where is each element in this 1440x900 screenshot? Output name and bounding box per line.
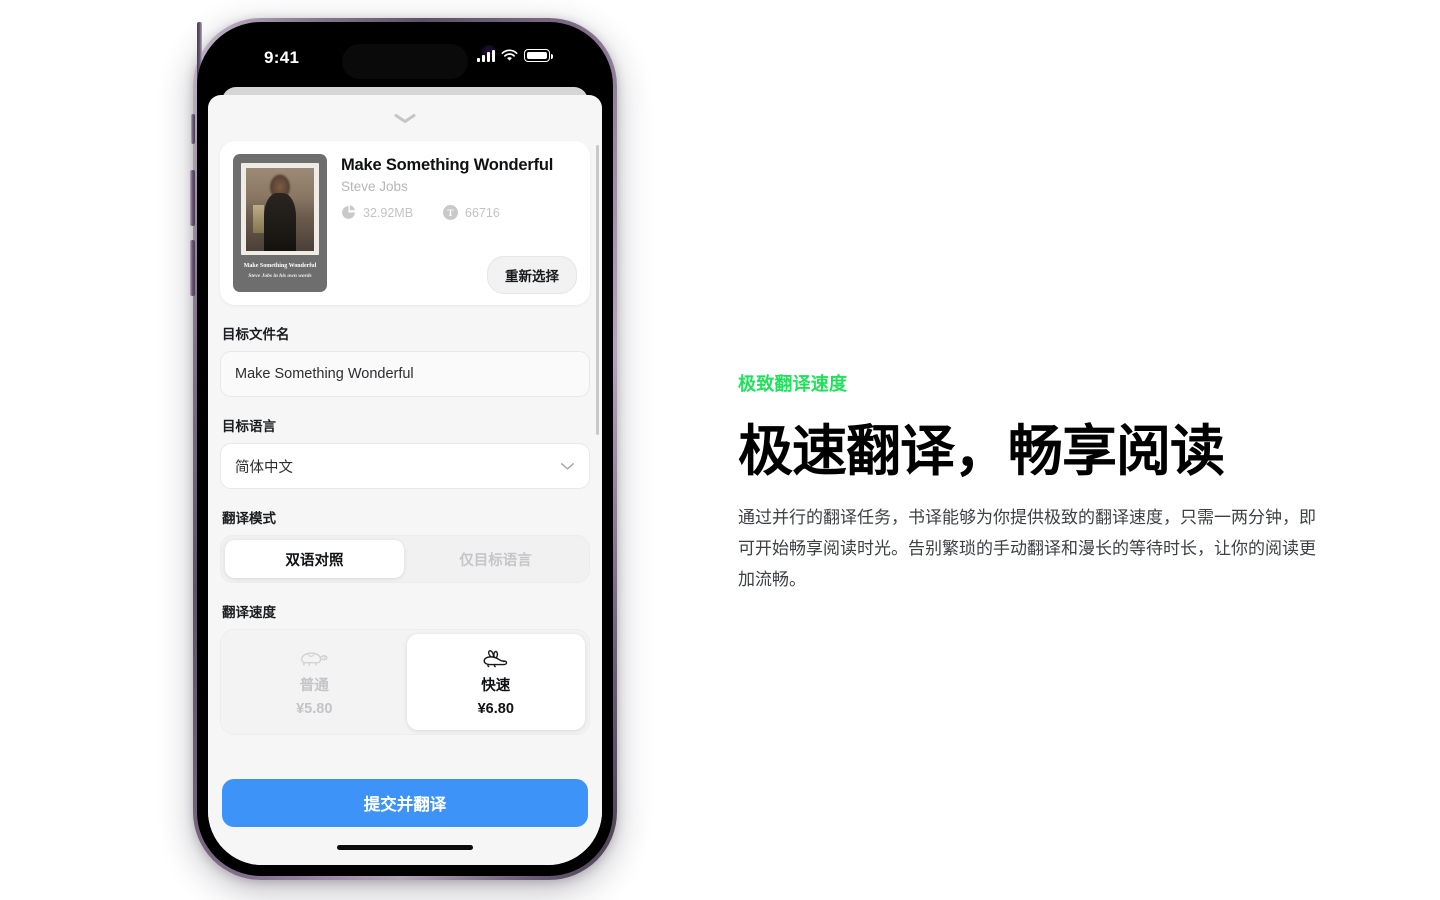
file-size-value: 32.92MB bbox=[363, 205, 414, 220]
dynamic-island bbox=[342, 44, 468, 79]
cover-polaroid-photo bbox=[241, 163, 319, 255]
book-title: Make Something Wonderful bbox=[341, 156, 554, 174]
chevron-down-icon bbox=[394, 113, 416, 123]
book-info: Make Something Wonderful Steve Jobs 32.9… bbox=[341, 154, 577, 294]
cover-caption-title: Make Something Wonderful bbox=[243, 263, 317, 269]
scrollbar[interactable] bbox=[596, 145, 599, 435]
language-selected-value: 简体中文 bbox=[235, 459, 293, 476]
marketing-paragraph: 通过并行的翻译任务，书译能够为你提供极致的翻译速度，只需一两分钟，即可开始畅享阅… bbox=[738, 507, 1316, 589]
sheet-footer: 提交并翻译 bbox=[208, 769, 602, 865]
wifi-icon bbox=[501, 49, 518, 61]
mute-switch-button[interactable] bbox=[191, 114, 195, 144]
token-count-value: 66716 bbox=[465, 205, 500, 220]
token-count-meta: T 66716 bbox=[443, 205, 500, 220]
speed-option-fast[interactable]: 快速 ¥6.80 bbox=[406, 634, 585, 730]
turtle-icon bbox=[301, 652, 328, 666]
marketing-copy: 极致翻译速度 极速翻译，畅享阅读 通过并行的翻译任务，书译能够为你提供极致的翻译… bbox=[738, 370, 1338, 596]
home-indicator[interactable] bbox=[337, 845, 473, 850]
phone-frame: 9:41 Make Something Wonderful Steve Jobs… bbox=[190, 18, 617, 880]
speed-normal-price: ¥5.80 bbox=[296, 701, 333, 717]
filename-input[interactable]: Make Something Wonderful bbox=[220, 351, 590, 397]
reselect-button[interactable]: 重新选择 bbox=[487, 256, 577, 294]
language-label: 目标语言 bbox=[222, 419, 276, 434]
speed-label: 翻译速度 bbox=[222, 605, 276, 620]
mode-option-target-only[interactable]: 仅目标语言 bbox=[406, 540, 585, 578]
file-size-meta: 32.92MB bbox=[341, 205, 413, 220]
speed-option-normal[interactable]: 普通 ¥5.80 bbox=[225, 634, 404, 730]
mode-label: 翻译模式 bbox=[222, 511, 276, 526]
speed-options: 普通 ¥5.80 快速 ¥6.80 bbox=[220, 629, 590, 735]
book-meta-row: 32.92MB T 66716 bbox=[341, 205, 577, 220]
marketing-eyebrow: 极致翻译速度 bbox=[738, 374, 848, 394]
screenshot-stage: 9:41 Make Something Wonderful Steve Jobs… bbox=[0, 0, 1440, 900]
battery-icon bbox=[524, 49, 553, 62]
sheet-dismiss-handle[interactable] bbox=[208, 95, 602, 141]
language-select[interactable]: 简体中文 bbox=[220, 443, 590, 489]
translation-sheet: Make Something Wonderful Steve Jobs in h… bbox=[208, 95, 602, 865]
rabbit-icon bbox=[483, 650, 507, 668]
pie-chart-icon bbox=[342, 205, 355, 219]
filename-label: 目标文件名 bbox=[222, 327, 290, 342]
status-bar-indicators bbox=[477, 49, 553, 62]
book-author: Steve Jobs bbox=[341, 179, 408, 194]
book-cover-thumbnail[interactable]: Make Something Wonderful Steve Jobs in h… bbox=[233, 154, 327, 292]
speed-normal-name: 普通 bbox=[299, 678, 329, 694]
cellular-bars-icon bbox=[477, 49, 495, 62]
status-bar: 9:41 bbox=[208, 33, 602, 87]
volume-down-button[interactable] bbox=[190, 240, 195, 296]
sheet-scroll-area: Make Something Wonderful Steve Jobs in h… bbox=[208, 141, 602, 769]
speed-fast-name: 快速 bbox=[481, 678, 511, 694]
token-t-icon: T bbox=[443, 205, 459, 220]
chevron-down-icon bbox=[560, 462, 575, 470]
phone-screen: 9:41 Make Something Wonderful Steve Jobs… bbox=[208, 33, 602, 865]
cover-caption-subtitle: Steve Jobs in his own words bbox=[248, 272, 312, 279]
phone-mockup: 9:41 Make Something Wonderful Steve Jobs… bbox=[190, 18, 617, 880]
marketing-headline: 极速翻译，畅享阅读 bbox=[738, 420, 1225, 482]
submit-translate-button[interactable]: 提交并翻译 bbox=[222, 779, 588, 827]
status-bar-time: 9:41 bbox=[264, 48, 300, 67]
cover-portrait-image bbox=[246, 168, 314, 251]
phone-bezel: 9:41 Make Something Wonderful Steve Jobs… bbox=[197, 22, 613, 876]
mode-option-bilingual[interactable]: 双语对照 bbox=[225, 540, 404, 578]
mode-segmented-control: 双语对照 仅目标语言 bbox=[220, 535, 590, 583]
book-card: Make Something Wonderful Steve Jobs in h… bbox=[220, 141, 590, 305]
volume-up-button[interactable] bbox=[190, 170, 195, 226]
speed-fast-price: ¥6.80 bbox=[477, 701, 514, 717]
